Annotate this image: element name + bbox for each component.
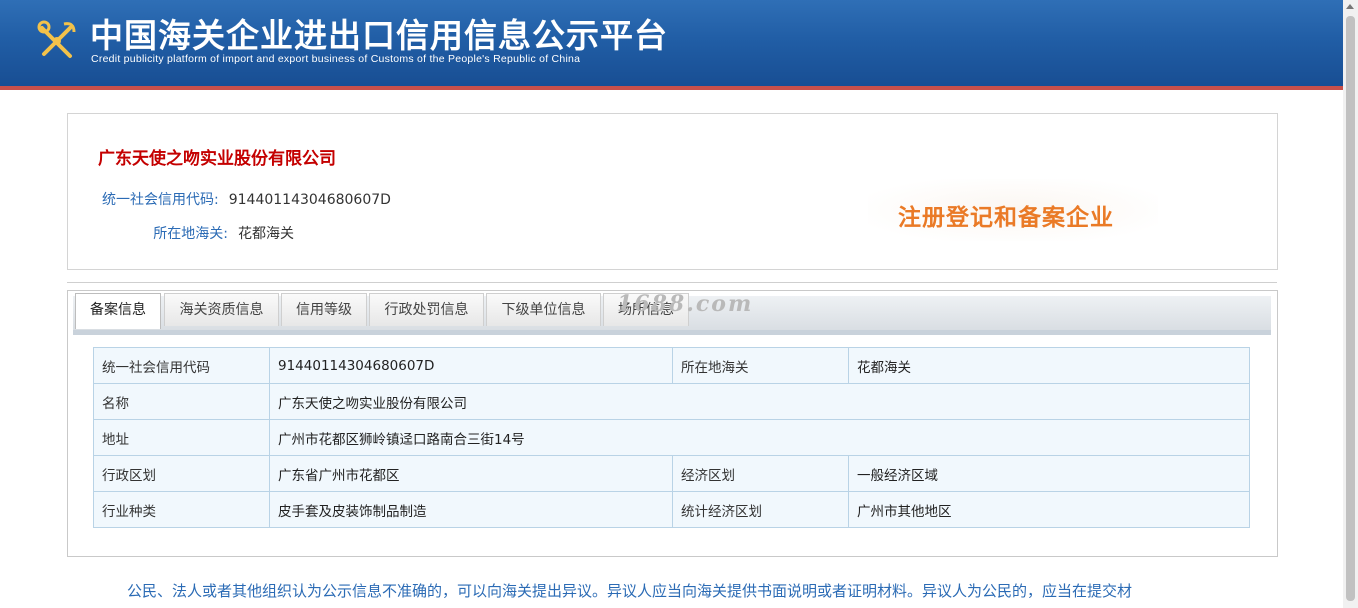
table-value: 广州市花都区狮岭镇迳口路南合三街14号 xyxy=(269,419,1250,456)
table-key: 行业种类 xyxy=(93,491,270,528)
table-row: 行业种类 皮手套及皮装饰制品制造 统计经济区划 广州市其他地区 xyxy=(93,491,1250,528)
table-value: 91440114304680607D xyxy=(269,347,673,384)
filing-info-table: 统一社会信用代码 91440114304680607D 所在地海关 花都海关 名… xyxy=(93,347,1250,528)
customs-label: 所在地海关: xyxy=(153,226,228,242)
vertical-scrollbar[interactable] xyxy=(1343,0,1358,608)
divider xyxy=(67,282,1277,283)
scroll-thumb[interactable] xyxy=(1346,16,1355,601)
credit-code-label: 统一社会信用代码: xyxy=(102,192,219,208)
site-header: 中国海关企业进出口信用信息公示平台 Credit publicity platf… xyxy=(0,0,1343,90)
table-value: 皮手套及皮装饰制品制造 xyxy=(269,491,673,528)
tab-credit-rating[interactable]: 信用等级 xyxy=(281,293,367,326)
objection-notice: 公民、法人或者其他组织认为公示信息不准确的，可以向海关提出异议。异议人应当向海关… xyxy=(127,582,1133,600)
tab-filing-info[interactable]: 备案信息 xyxy=(75,293,161,329)
table-value: 广东天使之吻实业股份有限公司 xyxy=(269,383,1250,420)
watermark: 1688.com xyxy=(617,291,754,317)
scroll-up-arrow-icon[interactable] xyxy=(1346,4,1354,9)
table-key: 统一社会信用代码 xyxy=(93,347,270,384)
table-key: 所在地海关 xyxy=(672,347,849,384)
table-value: 一般经济区域 xyxy=(848,455,1250,492)
customs-emblem-icon xyxy=(37,20,76,58)
table-key: 统计经济区划 xyxy=(672,491,849,528)
customs-value: 花都海关 xyxy=(238,226,294,242)
tab-customs-qualification[interactable]: 海关资质信息 xyxy=(164,293,279,326)
table-value: 花都海关 xyxy=(848,347,1250,384)
table-value: 广东省广州市花都区 xyxy=(269,455,673,492)
company-name: 广东天使之吻实业股份有限公司 xyxy=(98,149,336,169)
table-key: 名称 xyxy=(93,383,270,420)
site-subtitle: Credit publicity platform of import and … xyxy=(91,53,581,65)
tab-subordinate-units[interactable]: 下级单位信息 xyxy=(486,293,601,326)
customs-row: 所在地海关: 花都海关 xyxy=(102,223,294,243)
table-row: 行政区划 广东省广州市花都区 经济区划 一般经济区域 xyxy=(93,455,1250,492)
table-row: 统一社会信用代码 91440114304680607D 所在地海关 花都海关 xyxy=(93,347,1250,384)
table-key: 地址 xyxy=(93,419,270,456)
table-row: 名称 广东天使之吻实业股份有限公司 xyxy=(93,383,1250,420)
company-summary-card: 广东天使之吻实业股份有限公司 统一社会信用代码: 9144011430468060… xyxy=(67,113,1278,270)
table-key: 行政区划 xyxy=(93,455,270,492)
credit-code-value: 91440114304680607D xyxy=(228,192,391,208)
site-title: 中国海关企业进出口信用信息公示平台 xyxy=(90,16,668,55)
credit-code-row: 统一社会信用代码: 91440114304680607D xyxy=(102,189,391,209)
table-row: 地址 广州市花都区狮岭镇迳口路南合三街14号 xyxy=(93,419,1250,456)
table-key: 经济区划 xyxy=(672,455,849,492)
tab-administrative-penalty[interactable]: 行政处罚信息 xyxy=(369,293,484,326)
table-value: 广州市其他地区 xyxy=(848,491,1250,528)
registration-status-stamp: 注册登记和备案企业 xyxy=(868,179,1158,241)
registration-status-text: 注册登记和备案企业 xyxy=(898,205,1114,231)
